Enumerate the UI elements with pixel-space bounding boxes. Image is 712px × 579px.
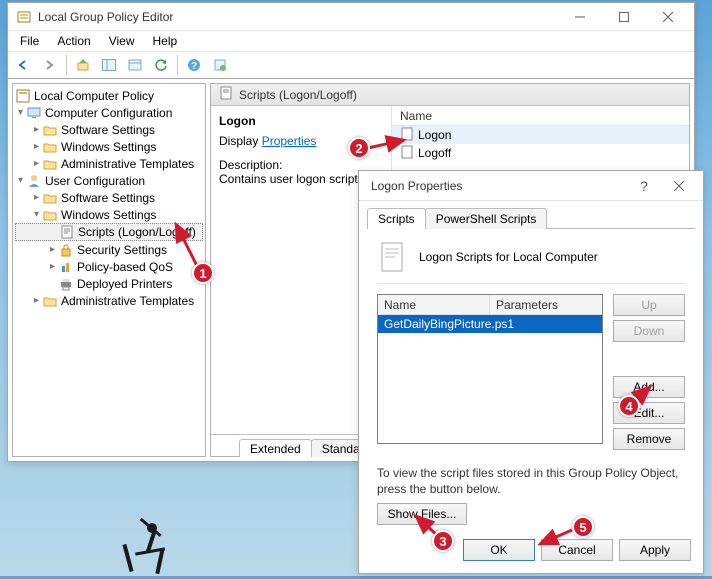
tree-user-config[interactable]: ▾User Configuration [15,172,203,189]
list-item-logon[interactable]: Logon [392,126,689,144]
policy-icon [15,88,31,104]
properties-link[interactable]: Properties [262,134,317,148]
toolbar: ? [8,51,694,79]
grid-row[interactable]: GetDailyBingPicture.ps1 [378,315,602,333]
item-heading: Logon [219,114,383,128]
filter-button[interactable] [208,54,232,76]
list-item-logoff[interactable]: Logoff [392,144,689,162]
script-icon [400,145,414,162]
list-header-name[interactable]: Name [392,106,689,126]
tree-uc-windows[interactable]: ▾Windows Settings [15,206,203,223]
folder-icon [42,207,58,223]
tab-scripts[interactable]: Scripts [367,208,426,229]
scripts-grid[interactable]: Name Parameters GetDailyBingPicture.ps1 [377,294,603,444]
folder-icon [42,190,58,206]
folder-icon [42,156,58,172]
cancel-button[interactable]: Cancel [541,539,613,561]
menu-file[interactable]: File [12,32,47,50]
tree-uc-software[interactable]: ▸Software Settings [15,189,203,206]
titlebar: Local Group Policy Editor [8,3,694,31]
tree-root[interactable]: Local Computer Policy [15,87,203,104]
folder-icon [42,139,58,155]
dialog-title: Logon Properties [367,179,629,193]
show-files-button[interactable]: Show Files... [377,503,467,525]
user-icon [26,173,42,189]
col-parameters[interactable]: Parameters [490,295,564,314]
col-name[interactable]: Name [378,295,490,314]
script-icon [59,224,75,240]
grid-header: Name Parameters [378,295,602,315]
tree-computer-config[interactable]: ▾Computer Configuration [15,104,203,121]
tree-cc-windows[interactable]: ▸Windows Settings [15,138,203,155]
menu-view[interactable]: View [101,32,143,50]
back-button[interactable] [12,54,36,76]
window-title: Local Group Policy Editor [38,10,558,24]
export-button[interactable] [123,54,147,76]
folder-icon [42,293,58,309]
lock-icon [58,242,74,258]
script-icon [400,127,414,144]
computer-icon [26,105,42,121]
show-hide-tree-button[interactable] [97,54,121,76]
tree-cc-software[interactable]: ▸Software Settings [15,121,203,138]
maximize-button[interactable] [602,3,646,30]
menubar: File Action View Help [8,31,694,51]
qos-icon [58,259,74,275]
tab-extended[interactable]: Extended [239,439,312,457]
tree-scripts[interactable]: Scripts (Logon/Logoff) [15,223,203,241]
close-button[interactable] [646,3,690,30]
tree-cc-admin[interactable]: ▸Administrative Templates [15,155,203,172]
menu-help[interactable]: Help [145,32,186,50]
refresh-button[interactable] [149,54,173,76]
tree-pane[interactable]: Local Computer Policy ▾Computer Configur… [12,83,206,457]
dialog-close-button[interactable] [659,172,699,199]
up-button[interactable] [71,54,95,76]
edit-button[interactable]: Edit... [613,402,685,424]
printer-icon [58,276,74,292]
apply-button[interactable]: Apply [619,539,691,561]
details-header: Scripts (Logon/Logoff) [211,84,689,106]
tree-uc-admin[interactable]: ▸Administrative Templates [15,292,203,309]
remove-button[interactable]: Remove [613,428,685,450]
hint-text: To view the script files stored in this … [377,466,685,497]
gpedit-icon [16,9,32,25]
add-button[interactable]: Add... [613,376,685,398]
up-button[interactable]: Up [613,294,685,316]
tab-powershell-scripts[interactable]: PowerShell Scripts [425,208,548,229]
down-button[interactable]: Down [613,320,685,342]
minimize-button[interactable] [558,3,602,30]
tree-qos[interactable]: ▸Policy-based QoS [15,258,203,275]
dialog-tabs: Scripts PowerShell Scripts [367,207,695,229]
svg-text:?: ? [191,61,197,72]
ok-button[interactable]: OK [463,539,535,561]
panel-heading: Logon Scripts for Local Computer [419,250,598,264]
menu-action[interactable]: Action [49,32,98,50]
dialog-titlebar: Logon Properties ? [359,171,703,201]
logon-properties-dialog: Logon Properties ? Scripts PowerShell Sc… [358,170,704,574]
folder-icon [42,122,58,138]
document-icon [377,241,409,273]
help-button[interactable]: ? [629,178,659,194]
tree-security[interactable]: ▸Security Settings [15,241,203,258]
tree-printers[interactable]: Deployed Printers [15,275,203,292]
help-button[interactable]: ? [182,54,206,76]
script-icon [219,86,233,103]
forward-button[interactable] [38,54,62,76]
